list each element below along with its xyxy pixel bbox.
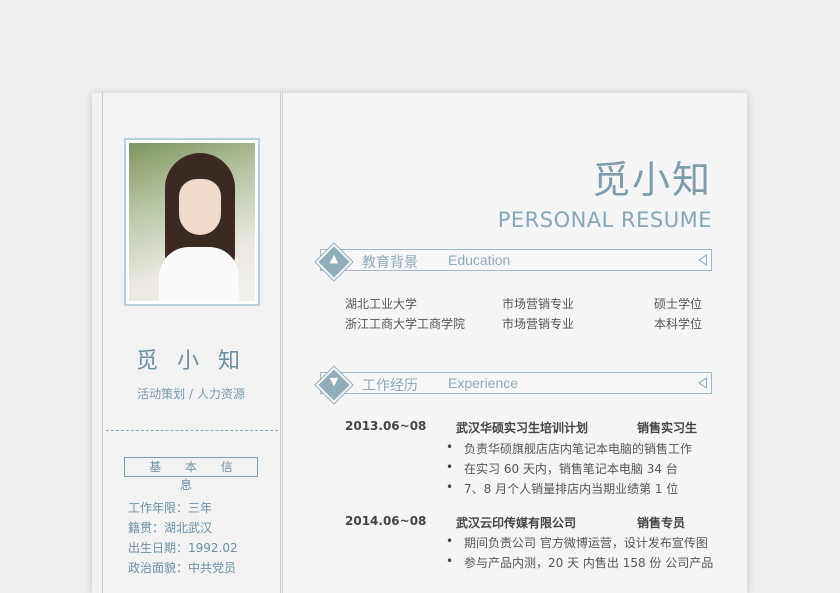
photo-body [159, 247, 239, 301]
job-bullet: 在实习 60 天内，销售笔记本电脑 34 台 [446, 460, 678, 477]
edu-major: 市场营销专业 [502, 297, 575, 311]
info-work-years: 工作年限：三年 [128, 501, 213, 515]
edu-degree: 硕士学位 [654, 297, 703, 311]
job-bullet: 7、8 月个人销量排店内当期业绩第 1 位 [446, 480, 678, 497]
info-birthdate: 出生日期：1992.02 [128, 541, 238, 555]
job-date: 2013.06~08 [345, 419, 427, 433]
job-bullet: 期间负责公司 官方微博运营，设计发布宣传图 [446, 534, 708, 551]
job-date: 2014.06~08 [345, 514, 427, 528]
job-position: 销售实习生 [637, 421, 698, 435]
sidebar-role: 活动策划 / 人力资源 [137, 387, 245, 401]
job-bullet: 参与产品内测，20 天 内售出 158 份 公司产品 [446, 554, 713, 571]
edu-major: 市场营销专业 [502, 317, 575, 331]
job-position: 销售专员 [637, 516, 686, 530]
header-subtitle: PERSONAL RESUME [497, 208, 712, 232]
education-arrow-icon [698, 254, 707, 266]
resume-page: 觅 小 知 活动策划 / 人力资源 基 本 信 息 工作年限：三年 籍贯：湖北武… [92, 93, 747, 593]
sidebar-name: 觅 小 知 [136, 349, 246, 374]
job-company: 武汉云印传媒有限公司 [456, 516, 577, 530]
info-hometown: 籍贯：湖北武汉 [128, 521, 213, 535]
header-name: 觅小知 [591, 158, 712, 202]
main-divider [282, 93, 283, 593]
info-political-status: 政治面貌：中共党员 [128, 561, 237, 575]
experience-arrow-icon [698, 377, 707, 389]
education-title-cn: 教育背景 [362, 255, 418, 271]
job-company: 武汉华硕实习生培训计划 [456, 421, 589, 435]
experience-title-en: Experience [448, 375, 519, 391]
edu-school: 浙江工商大学工商学院 [345, 317, 466, 331]
sidebar: 觅 小 知 活动策划 / 人力资源 基 本 信 息 工作年限：三年 籍贯：湖北武… [92, 93, 281, 593]
edu-school: 湖北工业大学 [345, 297, 418, 311]
experience-title-cn: 工作经历 [362, 378, 418, 394]
basic-info-title: 基 本 信 息 [124, 457, 258, 492]
photo-face [179, 179, 221, 235]
profile-photo-frame [124, 138, 260, 306]
job-bullet: 负责华硕旗舰店店内笔记本电脑的销售工作 [446, 440, 692, 457]
edu-degree: 本科学位 [654, 317, 703, 331]
profile-photo [129, 143, 255, 301]
sidebar-divider [106, 430, 278, 431]
education-title-en: Education [448, 252, 511, 268]
